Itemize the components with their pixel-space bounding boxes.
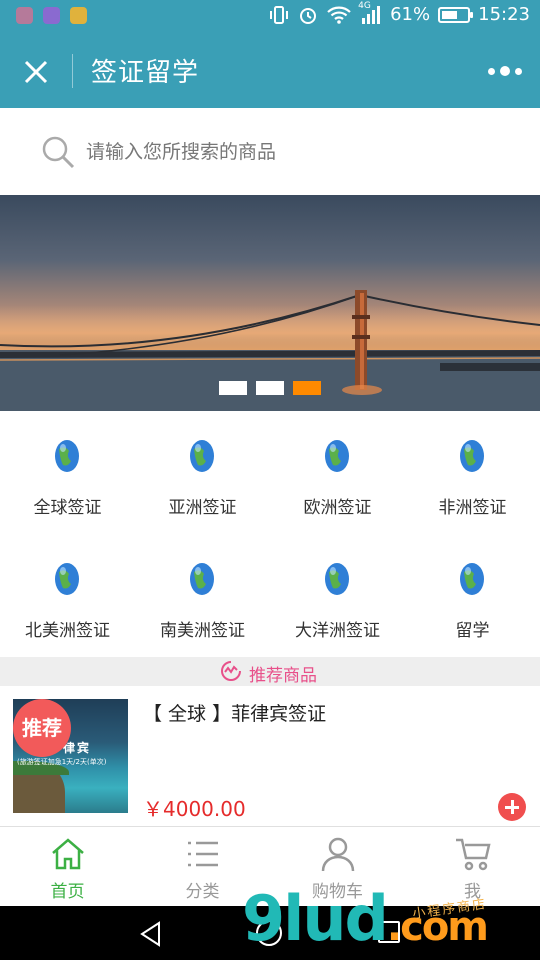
user-icon — [321, 837, 355, 872]
app-notification-icon — [16, 7, 33, 24]
category-north-america-visa[interactable]: 北美洲签证 — [0, 534, 135, 657]
battery-percent: 61% — [390, 4, 431, 25]
signal-icon: 4G — [358, 1, 382, 25]
trend-icon — [220, 660, 242, 686]
battery-icon — [438, 6, 474, 23]
clock: 15:23 — [478, 4, 530, 25]
globe-icon — [55, 563, 79, 595]
watermark-main: 9lud — [242, 882, 389, 955]
more-dot — [488, 67, 495, 75]
globe-icon — [190, 440, 214, 472]
home-icon — [52, 838, 84, 870]
close-icon — [24, 60, 48, 84]
search-icon[interactable] — [40, 134, 76, 174]
globe-icon — [460, 563, 484, 595]
close-button[interactable] — [18, 54, 54, 90]
globe-icon — [325, 440, 349, 472]
network-type: 4G — [358, 0, 371, 11]
bridge-image — [0, 290, 540, 411]
nav-divider — [72, 54, 73, 88]
carousel-dot[interactable] — [256, 381, 284, 395]
category-south-america-visa[interactable]: 南美洲签证 — [135, 534, 270, 657]
alarm-icon — [298, 5, 318, 25]
list-icon — [188, 841, 218, 867]
search-bar — [0, 108, 540, 195]
carousel-dot[interactable] — [219, 381, 247, 395]
category-label: 留学 — [455, 621, 490, 641]
product-image-subtitle: (旅游签证加急1天/2天(单次) — [17, 758, 107, 766]
carousel-dot-active[interactable] — [293, 381, 321, 395]
recommended-badge: 推荐 — [13, 699, 71, 757]
category-label: 南美洲签证 — [160, 621, 245, 641]
globe-icon — [325, 563, 349, 595]
category-grid: 全球签证 亚洲签证 欧洲签证 非洲签证 北美洲签证 南美洲签证 大洋洲签证 留学 — [0, 411, 540, 657]
more-dot — [500, 66, 510, 76]
nav-bar: 签证留学 — [0, 32, 540, 108]
gallery-notification-icon — [43, 7, 60, 24]
back-icon[interactable] — [138, 921, 164, 951]
tab-label: 首页 — [50, 882, 85, 902]
notification-icons — [16, 7, 87, 24]
product-card[interactable]: 律宾 (旅游签证加急1天/2天(单次) 推荐 【 全球 】菲律宾签证 ￥4000… — [0, 686, 540, 826]
wifi-icon — [326, 5, 352, 25]
category-label: 非洲签证 — [438, 498, 507, 518]
tab-home[interactable]: 首页 — [0, 827, 135, 907]
category-label: 北美洲签证 — [25, 621, 110, 641]
product-title[interactable]: 【 全球 】菲律宾签证 — [143, 699, 326, 726]
category-europe-visa[interactable]: 欧洲签证 — [270, 411, 405, 534]
more-button[interactable] — [488, 66, 522, 76]
category-oceania-visa[interactable]: 大洋洲签证 — [270, 534, 405, 657]
search-input[interactable] — [86, 136, 506, 168]
wallet-notification-icon — [70, 7, 87, 24]
more-dot — [515, 67, 522, 75]
status-bar: 4G 61% 15:23 — [0, 0, 540, 32]
cart-icon — [456, 838, 491, 871]
globe-icon — [460, 440, 484, 472]
category-label: 大洋洲签证 — [295, 621, 380, 641]
banner-carousel[interactable] — [0, 195, 540, 411]
globe-icon — [190, 563, 214, 595]
vibrate-icon — [268, 5, 290, 25]
category-asia-visa[interactable]: 亚洲签证 — [135, 411, 270, 534]
category-global-visa[interactable]: 全球签证 — [0, 411, 135, 534]
category-africa-visa[interactable]: 非洲签证 — [405, 411, 540, 534]
product-price: ￥4000.00 — [143, 797, 246, 821]
globe-icon — [55, 440, 79, 472]
recommended-section-header: 推荐商品 — [0, 657, 540, 686]
carousel-dots — [219, 381, 321, 395]
product-image-rock — [13, 761, 69, 813]
add-to-cart-button[interactable] — [498, 793, 526, 821]
category-label: 欧洲签证 — [303, 498, 372, 518]
category-label: 亚洲签证 — [168, 498, 237, 518]
category-label: 全球签证 — [33, 498, 102, 518]
category-study-abroad[interactable]: 留学 — [405, 534, 540, 657]
section-title: 推荐商品 — [249, 666, 317, 686]
page-title: 签证留学 — [91, 58, 200, 88]
